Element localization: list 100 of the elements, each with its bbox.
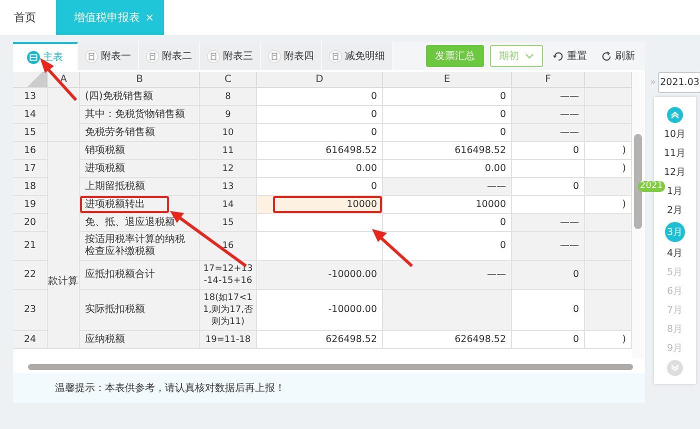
month-item[interactable]: 1月	[665, 184, 685, 199]
not-applicable-cell: ——	[512, 106, 585, 124]
value-cell[interactable]: 626498.52	[383, 331, 512, 349]
sheet-tab[interactable]: 减免明细	[322, 42, 393, 70]
line-number-cell: 14	[200, 196, 257, 214]
month-item[interactable]: 4月	[665, 246, 685, 261]
row-label-cell: 其中：免税货物销售额	[80, 106, 200, 124]
month-item[interactable]: 12月	[664, 165, 686, 180]
value-cell[interactable]: 0	[257, 106, 383, 124]
line-number-cell: 18(如17<11,则为17,否则为11)	[200, 290, 257, 331]
value-cell[interactable]: 0	[512, 178, 585, 196]
row-number: 17	[13, 160, 48, 178]
line-number-cell: 9	[200, 106, 257, 124]
value-cell[interactable]: )	[585, 160, 632, 178]
line-number-cell: 17=12+13-14-15+16	[200, 261, 257, 290]
value-cell[interactable]: 0.00	[383, 160, 512, 178]
value-cell[interactable]: )	[585, 142, 632, 160]
value-cell[interactable]: 10000	[383, 196, 512, 214]
value-cell[interactable]: 0	[383, 232, 512, 261]
row-number: 18	[13, 178, 48, 196]
page-tab[interactable]: 首页	[2, 0, 48, 35]
sheet-tab[interactable]: 附表三	[200, 42, 261, 70]
value-cell: -10000.00	[257, 261, 383, 290]
column-header: B	[80, 72, 200, 88]
row-label-cell: 上期留抵税额	[80, 178, 200, 196]
scroll-up-icon[interactable]	[667, 107, 683, 123]
value-cell[interactable]: )	[585, 196, 632, 214]
value-cell[interactable]: 0	[383, 88, 512, 106]
document-icon	[146, 50, 159, 62]
row-number: 22	[13, 261, 48, 290]
year-badge: 2021	[638, 181, 665, 192]
row-label-cell: 免、抵、退应退税额	[80, 214, 200, 232]
value-cell[interactable]: 616498.52	[383, 142, 512, 160]
refresh-button[interactable]: 刷新	[597, 49, 639, 63]
corner-cell	[13, 72, 48, 88]
value-cell[interactable]: 0	[257, 88, 383, 106]
value-cell[interactable]	[512, 196, 585, 214]
row-number: 19	[13, 196, 48, 214]
not-applicable-cell: ——	[512, 232, 585, 261]
document-icon	[85, 50, 98, 62]
column-header	[585, 72, 632, 88]
value-cell[interactable]: 0	[512, 331, 585, 349]
row-number: 15	[13, 124, 48, 142]
row-number: 16	[13, 142, 48, 160]
value-cell[interactable]: 0	[383, 214, 512, 232]
row-label-cell: (四)免税销售额	[80, 88, 200, 106]
line-number-cell: 16	[200, 232, 257, 261]
value-cell[interactable]: )	[585, 331, 632, 349]
sheet-tab[interactable]: 附表一	[78, 42, 139, 70]
value-cell[interactable]: 0	[512, 142, 585, 160]
notice-text: 温馨提示：本表供参考，请认真核对数据后再上报！	[55, 382, 285, 395]
document-icon	[268, 50, 281, 62]
not-applicable-cell: ——	[383, 261, 512, 290]
not-applicable-cell: ——	[512, 88, 585, 106]
reset-button[interactable]: 重置	[549, 49, 591, 63]
row-label-cell: 应抵扣税额合计	[80, 261, 200, 290]
row-number: 20	[13, 214, 48, 232]
value-cell: 0	[512, 261, 585, 290]
line-number-cell: 10	[200, 124, 257, 142]
sheet-tab[interactable]: 附表四	[261, 42, 322, 70]
line-number-cell: 11	[200, 142, 257, 160]
period-field[interactable]: 2021.03	[658, 72, 700, 93]
column-header: C	[200, 72, 257, 88]
value-cell[interactable]: 0	[257, 124, 383, 142]
not-applicable-cell: ——	[512, 214, 585, 232]
document-icon	[329, 50, 342, 62]
month-item[interactable]: 10月	[664, 127, 686, 142]
value-cell[interactable]: -10000.00	[257, 290, 383, 331]
value-cell[interactable]: 0.00	[257, 160, 383, 178]
column-header: F	[512, 72, 585, 88]
value-cell[interactable]: 626498.52	[257, 331, 383, 349]
horizontal-scrollbar[interactable]	[28, 364, 633, 370]
value-cell[interactable]: 0	[257, 178, 383, 196]
line-number-cell: 13	[200, 178, 257, 196]
annotation-arrow	[372, 229, 413, 268]
scroll-down-icon[interactable]	[667, 360, 683, 376]
row-number: 24	[13, 331, 48, 349]
row-number: 13	[13, 88, 48, 106]
table-icon	[27, 50, 40, 64]
value-cell[interactable]	[257, 214, 383, 232]
month-item[interactable]: 11月	[664, 146, 686, 161]
month-item[interactable]: 2月	[665, 203, 685, 218]
value-cell[interactable]: 616498.52	[257, 142, 383, 160]
row-number: 21	[13, 232, 48, 261]
value-cell[interactable]: 0	[383, 106, 512, 124]
row-label-cell: 按适用税率计算的纳税检查应补缴税额	[80, 232, 200, 261]
value-cell[interactable]: 10000	[257, 196, 383, 214]
row-number: 23	[13, 290, 48, 331]
not-applicable-cell: ——	[383, 178, 512, 196]
row-label-cell: 进项税额	[80, 160, 200, 178]
value-cell[interactable]: 0	[383, 124, 512, 142]
refresh-icon	[601, 50, 612, 62]
row-label-cell: 应纳税额	[80, 331, 200, 349]
not-applicable-cell: ——	[512, 124, 585, 142]
row-number: 14	[13, 106, 48, 124]
value-cell[interactable]	[512, 160, 585, 178]
section-label: 款计算	[48, 276, 78, 288]
row-label-cell: 实际抵扣税额	[80, 290, 200, 331]
sheet-tab[interactable]: 附表二	[139, 42, 200, 70]
value-cell[interactable]: 0	[512, 290, 585, 331]
